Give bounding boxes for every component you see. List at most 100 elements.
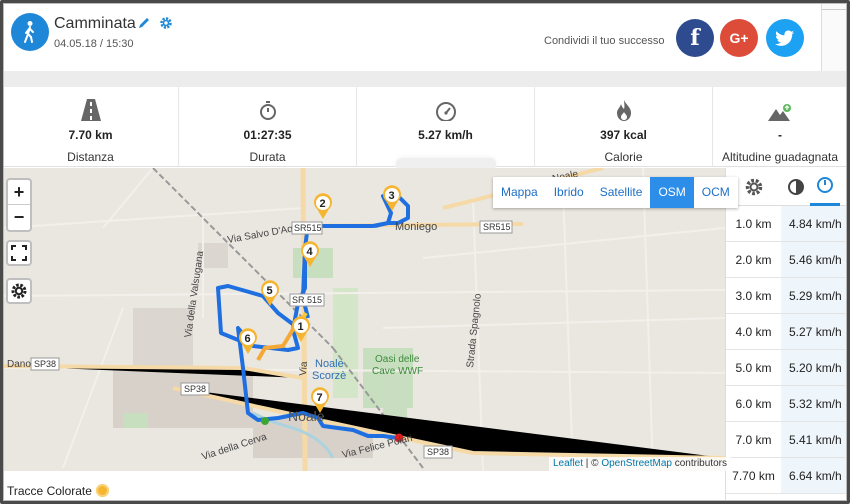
pace-tab-icon[interactable] [782,178,810,196]
header-side-strip [821,3,848,71]
km-marker-2-label: 2 [320,198,326,210]
split-distance: 2.0 km [735,252,772,267]
twitter-share-button[interactable] [766,19,804,57]
stat-distance-value: 7.70 km [68,128,113,142]
split-row: 7.0 km 5.41 km/h [726,422,847,458]
googleplus-share-button[interactable]: G+ [720,19,758,57]
fullscreen-button[interactable] [6,240,32,266]
stat-calories: 397 kcal Calorie [535,87,713,167]
stat-duration: 01:27:35 Durata [179,87,357,167]
stat-elevation-label: Altitudine guadagnata [721,150,839,164]
split-distance: 1.0 km [735,216,772,231]
layer-mappa[interactable]: Mappa [493,177,546,208]
activity-header: Camminata 04.05.18 / 15:30 Condividi il … [3,3,821,71]
colored-tracks-label: Tracce Colorate [7,484,92,498]
split-speed: 6.64 km/h [781,458,847,493]
split-row: 6.0 km 5.32 km/h [726,386,847,422]
facebook-share-button[interactable]: f [676,19,714,57]
speedometer-icon [357,95,534,121]
split-speed: 5.27 km/h [781,314,847,349]
km-marker-4[interactable]: 4 [301,241,320,267]
shield-sp38-b: SP38 [184,384,206,394]
premium-coin-icon [95,484,109,497]
split-distance: 6.0 km [735,396,772,411]
split-row: 2.0 km 5.46 km/h [726,242,847,278]
walking-person-icon [11,13,49,51]
zoom-control: + − [6,178,32,232]
place-oasi-2: Cave WWF [372,366,423,377]
zoom-in-button[interactable]: + [8,180,30,205]
shield-sr515-c: SR 515 [292,295,322,305]
stats-bar: 7.70 km Distanza 01:27:35 Durata 5.27 km… [3,87,847,170]
split-row: 1.0 km 4.84 km/h [726,206,847,242]
split-speed: 5.32 km/h [781,386,847,421]
km-marker-3-label: 3 [389,190,395,202]
split-distance: 4.0 km [735,324,772,339]
attribution-tail: contributors [671,458,727,469]
fullscreen-icon [11,245,27,261]
split-distance: 7.0 km [735,432,772,447]
split-row: 5.0 km 5.20 km/h [726,350,847,386]
mountain-icon [713,95,847,121]
km-marker-1-label: 1 [298,321,304,333]
split-speed: 4.84 km/h [781,206,847,241]
stat-elevation-value: - [778,128,782,142]
split-speed: 5.41 km/h [781,422,847,457]
place-scorze: Scorzè [312,370,346,382]
map-settings-button[interactable] [6,278,32,304]
street-via-valsugana: Via della Valsugana [183,250,206,339]
street-strada-spagnolo: Strada Spagnolo [465,293,484,369]
street-via-cerva: Via della Cerva [201,431,269,462]
stat-distance: 7.70 km Distanza [3,87,179,167]
shield-sr515-b: SR515 [294,223,322,233]
split-row: 4.0 km 5.27 km/h [726,314,847,350]
place-dano: Dano [7,359,31,370]
stat-duration-label: Durata [249,150,286,164]
place-moniego: Moniego [395,221,437,233]
osm-link[interactable]: OpenStreetMap [601,458,672,469]
route-map[interactable]: Moniego Noale Scorzè Noale Oasi delle Ca… [3,168,725,471]
street-via-felice: Via Felice Polari [341,433,414,461]
km-marker-3[interactable]: 3 [383,185,401,211]
speed-tab-icon[interactable] [810,168,840,206]
split-row: 3.0 km 5.29 km/h [726,278,847,314]
settings-gear-icon[interactable] [159,16,173,35]
layer-osm[interactable]: OSM [650,177,694,208]
place-oasi-1: Oasi delle [375,354,420,365]
activity-datetime: 04.05.18 / 15:30 [54,38,134,50]
street-via: Via [298,361,310,376]
map-layer-switcher: Mappa Ibrido Satellite OSM OCM [493,177,738,208]
split-distance: 5.0 km [735,360,772,375]
km-marker-5[interactable]: 5 [261,280,279,306]
stat-duration-value: 01:27:35 [243,128,292,142]
km-marker-2[interactable]: 2 [314,193,332,219]
split-speed: 5.29 km/h [781,278,847,313]
leaflet-link[interactable]: Leaflet [553,458,583,469]
km-marker-7-label: 7 [317,392,323,404]
flame-icon [535,95,712,121]
shield-sr515-a: SR515 [483,222,511,232]
twitter-bird-icon [775,30,795,46]
edit-pencil-icon[interactable] [137,16,151,35]
km-marker-6[interactable]: 6 [239,328,257,354]
stat-speed-value: 5.27 km/h [418,128,473,142]
km-marker-1[interactable]: 1 [292,316,311,342]
gear-icon [11,283,27,299]
split-speed: 5.46 km/h [781,242,847,277]
stat-speed: 5.27 km/h [357,87,535,170]
zoom-out-button[interactable]: − [8,205,30,230]
map-attribution: Leaflet | © OpenStreetMap contributors [549,457,731,471]
split-speed: 5.20 km/h [781,350,847,385]
layer-ocm[interactable]: OCM [694,177,738,208]
stat-calories-value: 397 kcal [600,128,647,142]
road-icon [3,95,178,121]
split-distance: 7.70 km [732,468,775,483]
shield-sp38-a: SP38 [34,359,56,369]
layer-ibrido[interactable]: Ibrido [546,177,592,208]
km-marker-6-label: 6 [245,333,251,345]
colored-tracks-toggle[interactable]: Tracce Colorate [3,471,725,501]
map-labels: Moniego Noale Scorzè Noale Oasi delle Ca… [7,169,580,463]
shield-sp38-c: SP38 [427,447,449,457]
attribution-separator: | © [583,458,602,469]
layer-satellite[interactable]: Satellite [592,177,651,208]
